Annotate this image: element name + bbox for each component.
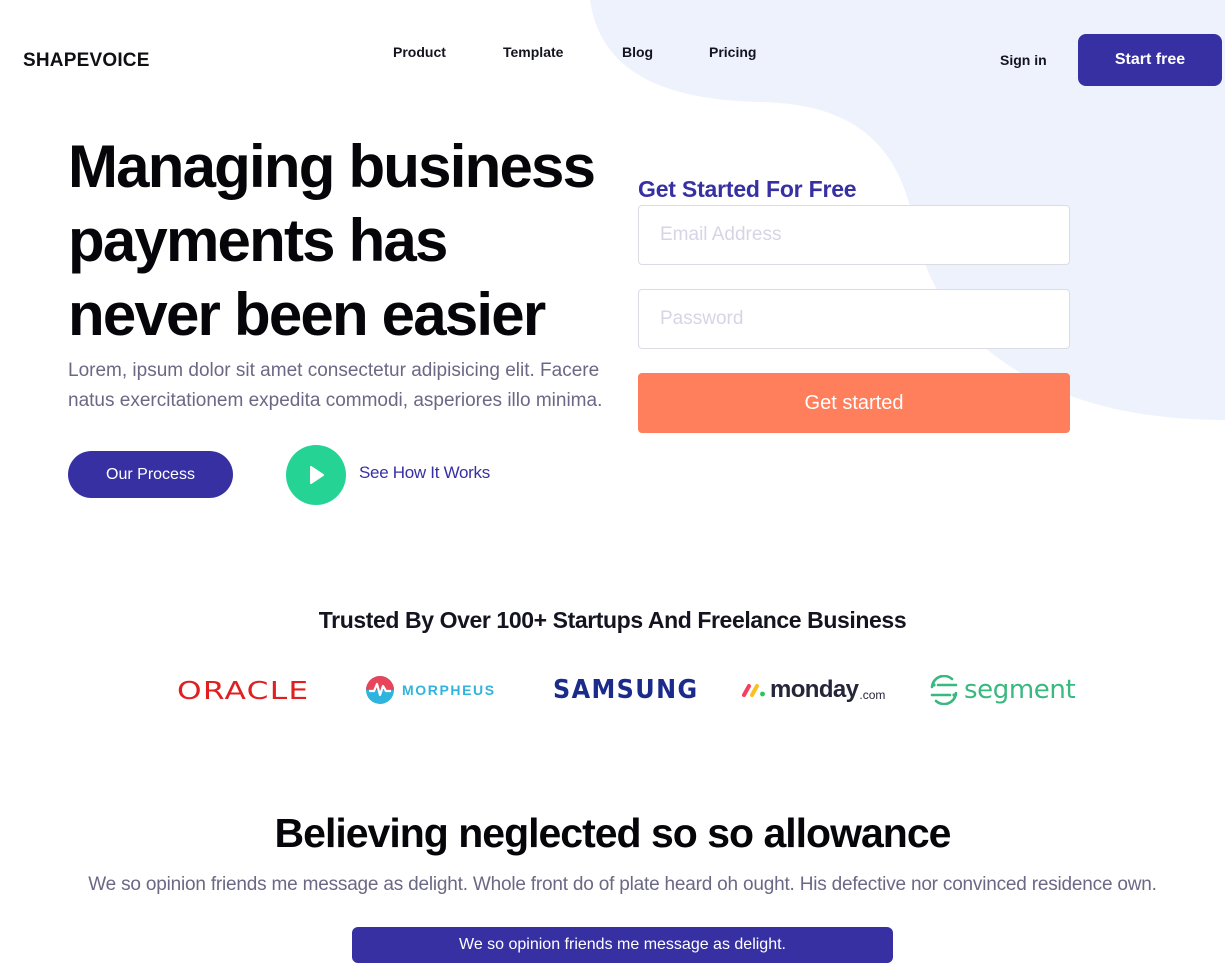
trusted-heading: Trusted By Over 100+ Startups And Freela…: [318, 607, 907, 633]
section-subtitle: We so opinion friends me message as deli…: [88, 874, 1157, 895]
monday-icon: [742, 684, 765, 697]
message-button[interactable]: We so opinion friends me message as deli…: [352, 927, 893, 963]
monday-logo: monday .com: [742, 670, 885, 710]
segment-logo: segment: [930, 670, 1076, 710]
hero-subtitle: Lorem, ipsum dolor sit amet consectetur …: [68, 360, 603, 411]
see-how-it-works-link[interactable]: See How It Works: [359, 463, 490, 483]
hero-title: Managing business payments has never bee…: [68, 130, 628, 352]
segment-wordmark: segment: [964, 675, 1076, 705]
hero-title-line: never been easier: [68, 281, 546, 348]
morpheus-icon: [366, 676, 394, 704]
password-field[interactable]: [638, 289, 1070, 349]
samsung-logo: SAMSUNG: [553, 675, 699, 705]
nav-link-template[interactable]: Template: [503, 44, 563, 60]
sign-in-link[interactable]: Sign in: [1000, 52, 1047, 68]
monday-wordmark: monday: [770, 676, 859, 703]
our-process-button[interactable]: Our Process: [68, 451, 233, 498]
form-title: Get Started For Free: [638, 176, 857, 202]
email-field[interactable]: [638, 205, 1070, 265]
hero-title-line: payments has: [68, 207, 448, 274]
play-video-button[interactable]: [286, 445, 346, 505]
monday-suffix: .com: [859, 688, 886, 702]
segment-icon: [930, 675, 958, 705]
nav-link-pricing[interactable]: Pricing: [709, 44, 756, 60]
get-started-button[interactable]: Get started: [638, 373, 1070, 433]
morpheus-logo: MORPHEUS: [366, 670, 496, 710]
start-free-button[interactable]: Start free: [1078, 34, 1222, 86]
oracle-logo: ORACLE: [177, 675, 310, 705]
play-icon: [310, 466, 324, 484]
section-title: Believing neglected so so allowance: [274, 810, 952, 856]
nav-link-product[interactable]: Product: [393, 44, 446, 60]
morpheus-wordmark: MORPHEUS: [402, 682, 496, 698]
hero-title-line: Managing business: [68, 133, 596, 200]
nav-link-blog[interactable]: Blog: [622, 44, 653, 60]
